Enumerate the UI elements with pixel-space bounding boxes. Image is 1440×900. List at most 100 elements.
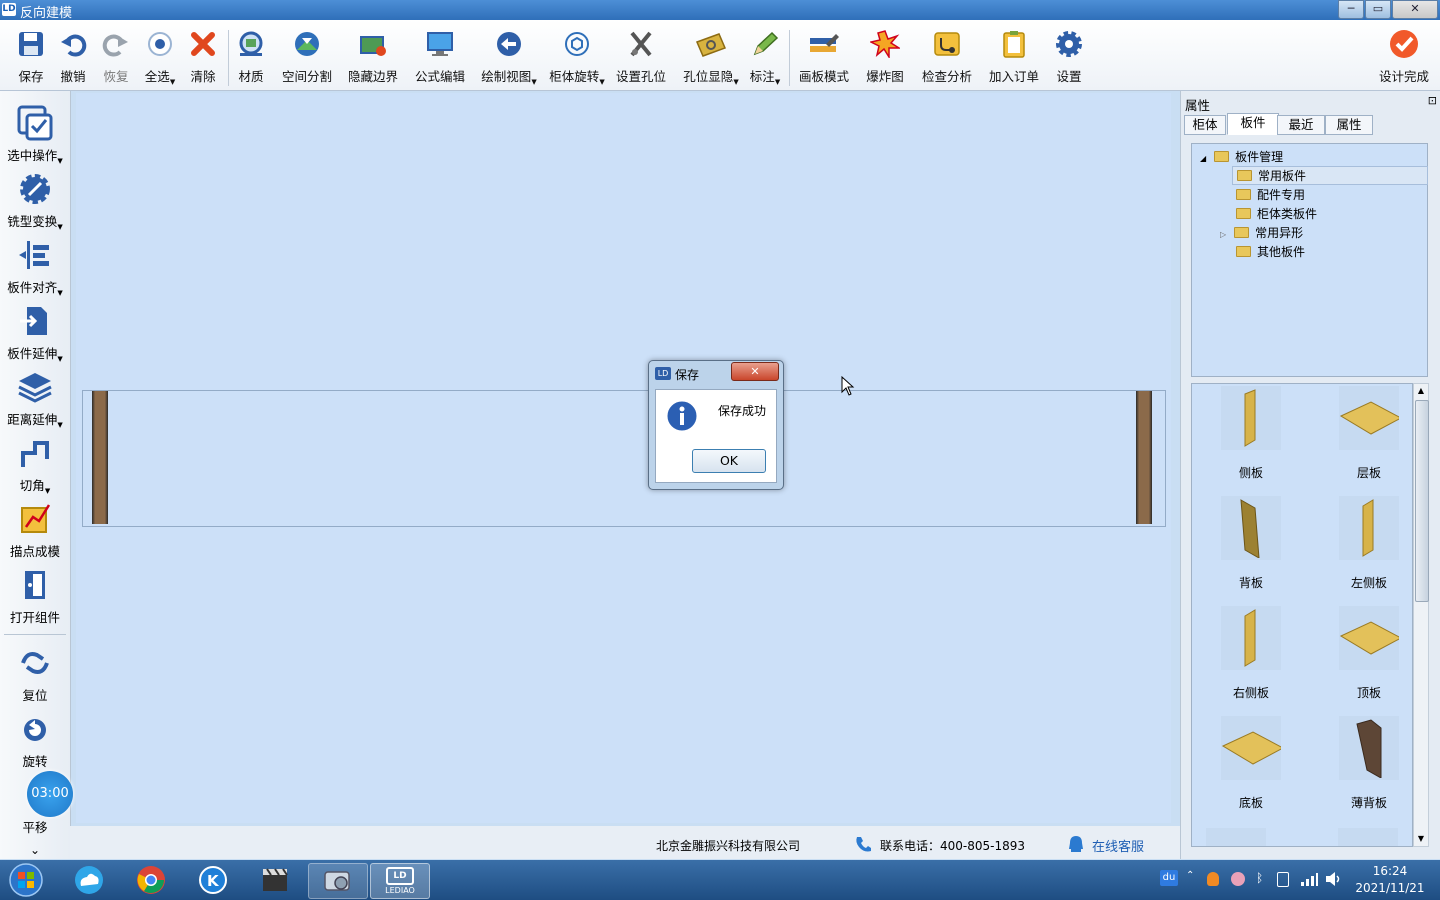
rotate-button[interactable]: 旋转: [0, 709, 70, 770]
select-all-icon: [143, 28, 177, 60]
panel-align-button[interactable]: 板件对齐▼: [0, 235, 70, 297]
taskbar-chrome-app[interactable]: [124, 863, 178, 897]
app-logo-icon: LD: [2, 3, 16, 16]
space-split-button[interactable]: 空间分割: [280, 28, 334, 88]
taskbar-browser-app[interactable]: [62, 863, 116, 897]
gallery-item-side-panel[interactable]: 侧板: [1206, 386, 1296, 481]
gallery-item-top-panel[interactable]: 顶板: [1324, 606, 1412, 701]
taskbar-media-app[interactable]: [248, 863, 302, 897]
ok-button[interactable]: OK: [692, 449, 766, 473]
scroll-thumb[interactable]: [1415, 400, 1429, 602]
tab-recent[interactable]: 最近: [1277, 115, 1325, 135]
scroll-up-icon[interactable]: ▲: [1414, 384, 1428, 398]
ime-indicator[interactable]: du: [1160, 870, 1178, 886]
tab-cabinet[interactable]: 柜体: [1184, 115, 1226, 135]
taskbar-lediao-app[interactable]: LD LEDIAO: [370, 863, 430, 899]
chrome-icon: [137, 866, 165, 894]
tray-flower-icon[interactable]: [1231, 872, 1245, 886]
online-support-link[interactable]: 在线客服: [1092, 836, 1144, 855]
draw-view-icon: [492, 28, 526, 60]
save-button[interactable]: 保存: [14, 28, 48, 88]
k-app-icon: K: [199, 866, 227, 894]
maximize-button[interactable]: ▭: [1365, 0, 1391, 19]
gallery-item-shelf[interactable]: 层板: [1324, 386, 1412, 481]
draw-view-button[interactable]: 绘制视图▼: [480, 28, 538, 88]
gallery-item-back-panel[interactable]: 背板: [1206, 496, 1296, 591]
gallery-item-partial[interactable]: [1206, 828, 1266, 846]
design-complete-button[interactable]: 设计完成: [1376, 28, 1432, 88]
redo-button[interactable]: 恢复: [99, 28, 133, 88]
cabinet-outline[interactable]: [82, 390, 1166, 527]
tray-device-icon[interactable]: [1277, 872, 1289, 887]
right-side-panel[interactable]: [1136, 391, 1152, 524]
tray-volume-icon[interactable]: [1325, 871, 1343, 887]
formula-edit-icon: [423, 28, 457, 60]
tab-panels[interactable]: 板件: [1227, 113, 1279, 135]
check-analysis-button[interactable]: 检查分析: [920, 28, 974, 88]
tab-properties[interactable]: 属性: [1325, 115, 1373, 135]
windows-start-icon: [9, 863, 43, 897]
dialog-close-button[interactable]: ✕: [731, 362, 779, 381]
select-all-button[interactable]: 全选▼: [142, 28, 178, 88]
tree-item-common-panels[interactable]: 常用板件: [1232, 166, 1428, 185]
tree-item-common-shapes[interactable]: ▷ 常用异形: [1220, 224, 1303, 241]
scroll-down-icon[interactable]: ▼: [1414, 832, 1428, 846]
gallery-item-thin-back-panel[interactable]: 薄背板: [1324, 716, 1412, 811]
gallery-scrollbar[interactable]: ▲ ▼: [1413, 383, 1429, 847]
taskbar-tool-app[interactable]: [308, 863, 368, 899]
points-to-model-button[interactable]: 描点成模: [0, 499, 70, 560]
tray-network-icon[interactable]: [1300, 872, 1318, 886]
settings-button[interactable]: 设置: [1052, 28, 1086, 88]
tray-flame-icon[interactable]: [1207, 872, 1219, 886]
right-side-panel-thumb-icon: [1244, 609, 1256, 667]
hole-visibility-button[interactable]: 孔位显隐▼: [682, 28, 740, 88]
taskbar-k-app[interactable]: K: [186, 863, 240, 897]
panel-pin-icon[interactable]: ⊡: [1428, 94, 1437, 107]
drawing-board-button[interactable]: 画板模式: [797, 28, 851, 88]
gallery-item-bottom-panel[interactable]: 底板: [1206, 716, 1296, 811]
close-button[interactable]: ✕: [1392, 0, 1438, 19]
gallery-item-partial[interactable]: [1338, 828, 1398, 846]
hide-border-button[interactable]: 隐藏边界: [346, 28, 400, 88]
settings-gear-icon: [1052, 28, 1086, 60]
more-tools-chevron-icon[interactable]: ⌄: [0, 843, 70, 857]
explode-view-icon: [868, 28, 902, 60]
material-icon: [234, 28, 268, 60]
model-canvas[interactable]: [76, 93, 1171, 823]
material-button[interactable]: 材质: [234, 28, 268, 88]
distance-extend-button[interactable]: 距离延伸▼: [0, 367, 70, 429]
toolbar-separator: [789, 30, 790, 86]
select-operation-button[interactable]: 选中操作▼: [0, 103, 70, 165]
gallery-item-left-side-panel[interactable]: 左侧板: [1324, 496, 1412, 591]
clear-button[interactable]: 清除: [186, 28, 220, 88]
undo-button[interactable]: 撤销: [56, 28, 90, 88]
folder-icon: [1236, 208, 1251, 219]
tree-item-cabinet-panels[interactable]: 柜体类板件: [1236, 205, 1317, 222]
toolbar-separator: [228, 30, 229, 86]
timer-badge[interactable]: 03:00: [27, 771, 73, 817]
annotate-button[interactable]: 标注▼: [748, 28, 782, 88]
formula-edit-button[interactable]: 公式编辑: [413, 28, 467, 88]
cloud-browser-icon: [75, 866, 103, 894]
clock[interactable]: 16:24 2021/11/21: [1350, 863, 1430, 897]
open-component-button[interactable]: 打开组件: [0, 565, 70, 626]
reset-button[interactable]: 复位: [0, 643, 70, 704]
gallery-item-right-side-panel[interactable]: 右侧板: [1206, 606, 1296, 701]
set-holes-button[interactable]: 设置孔位: [614, 28, 668, 88]
chamfer-button[interactable]: 切角▼: [0, 433, 70, 495]
tree-item-other-panels[interactable]: 其他板件: [1236, 243, 1305, 260]
tray-expand-icon[interactable]: ⌃: [1186, 870, 1194, 881]
cabinet-rotate-button[interactable]: 柜体旋转▼: [548, 28, 606, 88]
left-side-panel[interactable]: [92, 391, 108, 524]
tree-item-accessories[interactable]: 配件专用: [1236, 186, 1305, 203]
start-button[interactable]: [2, 863, 50, 897]
milling-transform-button[interactable]: 铣型变换▼: [0, 169, 70, 231]
tree-root[interactable]: ◢ 板件管理: [1200, 148, 1283, 165]
explode-view-button[interactable]: 爆炸图: [860, 28, 910, 88]
tray-bluetooth-icon[interactable]: ᛒ: [1256, 871, 1263, 885]
minimize-button[interactable]: ─: [1338, 0, 1364, 19]
add-order-button[interactable]: 加入订单: [987, 28, 1041, 88]
taskbar: K LD LEDIAO du ⌃ ᛒ 16:24 2021/11/21: [0, 860, 1440, 900]
svg-text:K: K: [207, 872, 220, 890]
panel-extend-button[interactable]: 板件延伸▼: [0, 301, 70, 363]
